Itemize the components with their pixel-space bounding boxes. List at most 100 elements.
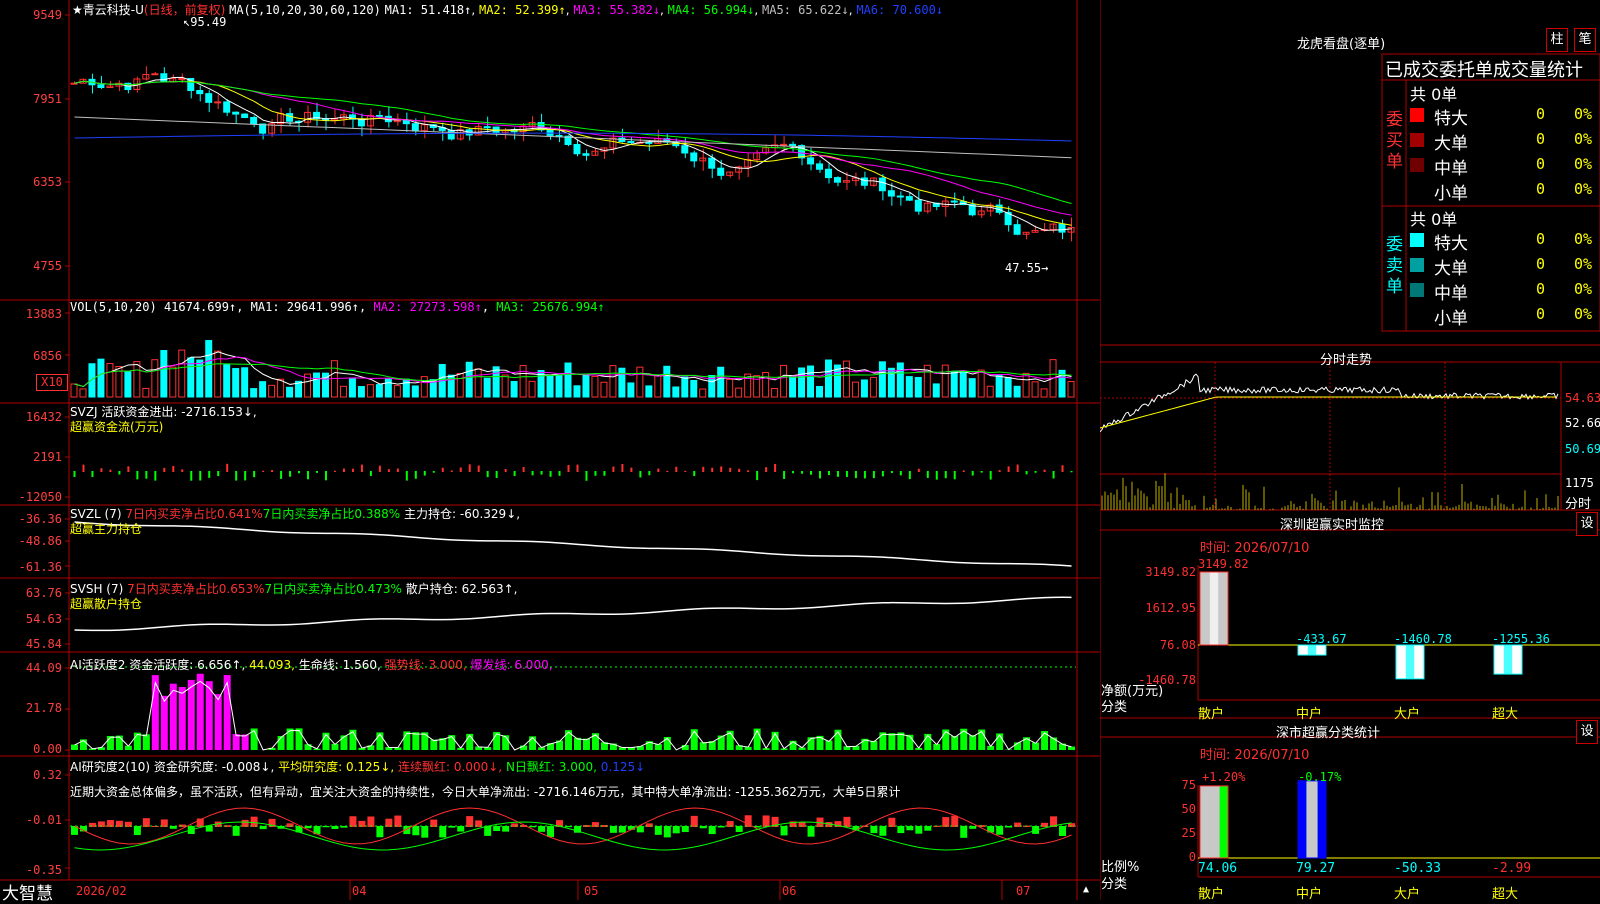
ai-active-tick: 0.00 bbox=[0, 742, 62, 756]
sz-monitor-category: 散户 bbox=[1198, 703, 1224, 722]
fenshi-vol-tick: 1175 bbox=[1565, 476, 1594, 490]
buy-row-label: 中单 bbox=[1434, 154, 1468, 179]
x-axis-label: 05 bbox=[584, 884, 598, 898]
sz-monitor-bar bbox=[1396, 645, 1424, 679]
sz-monitor-category: 大户 bbox=[1394, 703, 1420, 722]
sz-class-time: 时间: 2026/07/10 bbox=[1200, 744, 1309, 763]
volume-label: VOL(5,10,20) bbox=[70, 300, 157, 314]
ai-active-header: AI活跃度2 资金活跃度: 6.656↑, 44.093, 生命线: 1.560… bbox=[70, 656, 553, 673]
sz-monitor-time: 时间: 2026/07/10 bbox=[1200, 537, 1309, 556]
ai-active-bars bbox=[71, 674, 1075, 750]
sz-class-value-label: 74.06 bbox=[1198, 861, 1237, 876]
x-axis-label: 07 bbox=[1016, 884, 1030, 898]
ai-research-header: AI研究度2(10) 资金研究度: -0.008↓, 平均研究度: 0.125↓… bbox=[70, 758, 645, 775]
sz-monitor-value-label: -1460.78 bbox=[1394, 632, 1452, 646]
ai-research-tick: -0.35 bbox=[0, 863, 62, 877]
vol-ma2: MA2: 27273.598↑ bbox=[373, 300, 481, 314]
price-tick: 7951 bbox=[0, 92, 62, 106]
svzj-tick: -12050 bbox=[0, 490, 62, 504]
sell-row-swatch bbox=[1410, 308, 1424, 322]
bar-mode-button[interactable]: 柱 bbox=[1546, 28, 1568, 52]
sz-monitor-value-label: 3149.82 bbox=[1198, 557, 1249, 571]
sz-monitor-category: 超大 bbox=[1492, 703, 1518, 722]
buy-side-label: 委买单 bbox=[1386, 110, 1406, 173]
sz-class-bar bbox=[1200, 786, 1228, 858]
fenshi-unit: 分时 bbox=[1565, 493, 1591, 512]
volume-value: 41674.699↑ bbox=[164, 300, 236, 314]
sz-class-settings-button[interactable]: 设 bbox=[1576, 720, 1598, 744]
buy-row-pct: 0% bbox=[1574, 180, 1592, 198]
sell-row-count: 0 bbox=[1536, 305, 1545, 323]
chart-area[interactable]: ★青云科技-U(日线，前复权) MA(5,10,20,30,60,120) MA… bbox=[0, 0, 1100, 900]
sz-monitor-tick: 76.08 bbox=[1100, 638, 1196, 652]
ma3-value: MA3: 55.382↓ bbox=[573, 3, 660, 17]
svzj-subtitle: 超赢资金流(万元) bbox=[70, 418, 163, 435]
side-panel: 龙虎看盘(逐单) 柱 笔 已成交委托单成交量统计 委买单 委卖单 共 0单 共 … bbox=[1100, 0, 1600, 900]
x-axis-label: 2026/02 bbox=[76, 884, 127, 898]
x-axis-label: 06 bbox=[782, 884, 796, 898]
price-tick: 9549 bbox=[0, 8, 62, 22]
sz-class-top-label: -0.17% bbox=[1298, 770, 1341, 784]
lock-icon: ▲ bbox=[1083, 884, 1089, 895]
svzl-tick: -36.36 bbox=[0, 512, 62, 526]
sell-row-label: 小单 bbox=[1434, 304, 1468, 329]
svzl-tick: -61.36 bbox=[0, 560, 62, 574]
ma5-value: MA5: 65.622↓ bbox=[762, 3, 849, 17]
svsh-tick: 45.84 bbox=[0, 637, 62, 651]
sz-class-tick: 75 bbox=[1100, 778, 1196, 792]
sell-row-swatch bbox=[1410, 283, 1424, 297]
brand-logo[interactable]: 大智慧 bbox=[2, 879, 53, 904]
sell-row-label: 特大 bbox=[1434, 229, 1468, 254]
sz-class-category: 超大 bbox=[1492, 883, 1518, 902]
side-canvas bbox=[1100, 0, 1600, 900]
sell-side-label: 委卖单 bbox=[1386, 235, 1406, 298]
tick-mode-button[interactable]: 笔 bbox=[1574, 28, 1596, 52]
sell-total: 共 0单 bbox=[1410, 206, 1457, 230]
ai-active-tick: 21.78 bbox=[0, 701, 62, 715]
sz-class-title: 深市超赢分类统计 bbox=[1276, 722, 1380, 741]
volume-bars bbox=[71, 341, 1074, 397]
ma-label: MA(5,10,20,30,60,120) bbox=[229, 3, 381, 17]
sz-class-category: 散户 bbox=[1198, 883, 1224, 902]
buy-row-pct: 0% bbox=[1574, 155, 1592, 173]
sz-monitor-category: 中户 bbox=[1296, 703, 1322, 722]
volume-unit-box[interactable]: X10 bbox=[36, 374, 68, 391]
sz-monitor-tick: 3149.82 bbox=[1100, 565, 1196, 579]
sell-row-count: 0 bbox=[1536, 255, 1545, 273]
sell-row-swatch bbox=[1410, 233, 1424, 247]
sz-monitor-bar bbox=[1494, 645, 1522, 674]
buy-row-count: 0 bbox=[1536, 105, 1545, 123]
fenshi-tick: 50.69 bbox=[1565, 442, 1600, 456]
vol-ma1: MA1: 29641.996↑ bbox=[251, 300, 359, 314]
sz-monitor-bar bbox=[1200, 572, 1228, 645]
svsh-subtitle: 超赢散户持仓 bbox=[70, 595, 142, 612]
sz-monitor-tick: 1612.95 bbox=[1100, 601, 1196, 615]
buy-row-count: 0 bbox=[1536, 130, 1545, 148]
price-candles bbox=[71, 66, 1074, 241]
sz-class-category: 中户 bbox=[1296, 883, 1322, 902]
ma1-value: MA1: 51.418↑ bbox=[385, 3, 472, 17]
ai-active-tick: 44.09 bbox=[0, 661, 62, 675]
sz-class-x-label: 分类 bbox=[1101, 873, 1127, 892]
sell-row-label: 大单 bbox=[1434, 254, 1468, 279]
sell-row-pct: 0% bbox=[1574, 305, 1592, 323]
sell-row-count: 0 bbox=[1536, 230, 1545, 248]
buy-row-label: 大单 bbox=[1434, 129, 1468, 154]
buy-row-label: 特大 bbox=[1434, 104, 1468, 129]
buy-total: 共 0单 bbox=[1410, 81, 1457, 105]
vol-ma3: MA3: 25676.994↑ bbox=[496, 300, 604, 314]
buy-row-pct: 0% bbox=[1574, 105, 1592, 123]
svzj-tick: 16432 bbox=[0, 410, 62, 424]
sz-monitor-settings-button[interactable]: 设 bbox=[1576, 512, 1598, 536]
buy-row-count: 0 bbox=[1536, 155, 1545, 173]
buy-row-swatch bbox=[1410, 133, 1424, 147]
sell-row-label: 中单 bbox=[1434, 279, 1468, 304]
sell-row-count: 0 bbox=[1536, 280, 1545, 298]
sell-row-pct: 0% bbox=[1574, 255, 1592, 273]
star-icon: ★ bbox=[72, 3, 83, 17]
ai-research-bars bbox=[71, 815, 1075, 838]
svsh-tick: 63.76 bbox=[0, 586, 62, 600]
sell-row-pct: 0% bbox=[1574, 230, 1592, 248]
ma2-value: MA2: 52.399↑ bbox=[479, 3, 566, 17]
lhb-title: 龙虎看盘(逐单) bbox=[1297, 33, 1385, 52]
